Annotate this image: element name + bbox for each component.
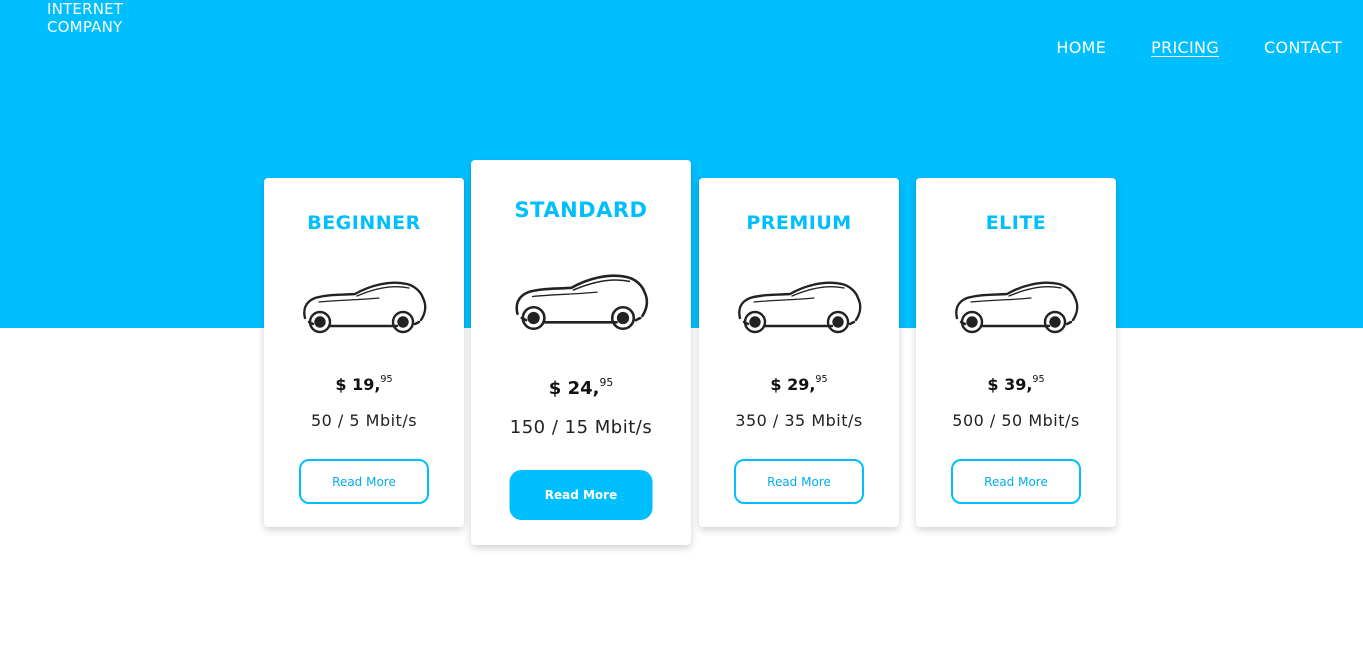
plan-card-standard: STANDARD $ 24,95 150 / 15 Mbit/s Read Mo…	[471, 160, 691, 545]
read-more-button[interactable]: Read More	[951, 459, 1081, 504]
plan-price: $ 24,95	[548, 376, 614, 399]
plan-title: BEGINNER	[307, 212, 421, 234]
read-more-button[interactable]: Read More	[509, 470, 653, 520]
brand-line-2: COMPANY	[47, 18, 123, 36]
plan-price: $ 39,95	[987, 374, 1045, 394]
plan-speed: 150 / 15 Mbit/s	[509, 417, 653, 438]
plan-price: $ 29,95	[770, 374, 828, 394]
plan-title: PREMIUM	[746, 212, 852, 234]
nav-contact[interactable]: CONTACT	[1264, 38, 1342, 57]
car-icon	[515, 274, 649, 331]
plan-card-premium: PREMIUM $ 29,95 350 / 35 Mbit/s Read Mor…	[699, 178, 899, 527]
car-icon	[738, 281, 862, 334]
nav-home[interactable]: HOME	[1056, 38, 1106, 57]
plan-price: $ 19,95	[335, 374, 393, 394]
nav-pricing[interactable]: PRICING	[1151, 38, 1219, 57]
main-nav: HOME PRICING CONTACT	[1056, 38, 1342, 57]
plan-title: STANDARD	[514, 198, 648, 222]
brand-logo[interactable]: INTERNET COMPANY	[47, 0, 123, 36]
read-more-button[interactable]: Read More	[299, 459, 429, 504]
plan-speed: 500 / 50 Mbit/s	[952, 411, 1080, 430]
read-more-button[interactable]: Read More	[734, 459, 864, 504]
brand-line-1: INTERNET	[47, 0, 124, 18]
car-icon	[955, 281, 1079, 334]
plan-title: ELITE	[985, 212, 1047, 234]
car-icon	[303, 281, 427, 334]
plan-speed: 350 / 35 Mbit/s	[735, 411, 863, 430]
plan-card-beginner: BEGINNER $ 19,95 50 / 5 Mbit/s Read More	[264, 178, 464, 527]
plan-speed: 50 / 5 Mbit/s	[310, 411, 418, 430]
plan-card-elite: ELITE $ 39,95 500 / 50 Mbit/s Read More	[916, 178, 1116, 527]
